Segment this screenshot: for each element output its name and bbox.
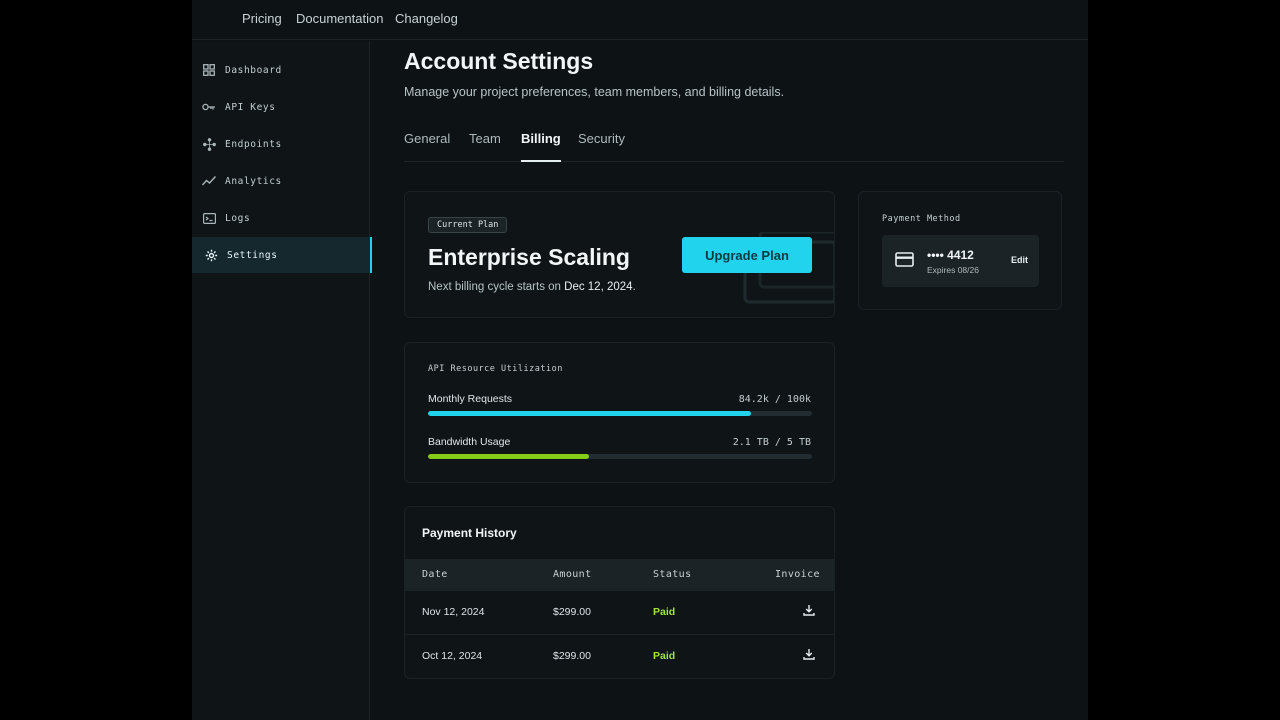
key-icon: [202, 100, 216, 114]
card-expiry: Expires 08/26: [927, 265, 979, 275]
requests-progress-bar: [428, 411, 812, 416]
page-subtitle: Manage your project preferences, team me…: [404, 85, 785, 99]
current-plan-badge: Current Plan: [428, 217, 508, 233]
column-header-status: Status: [653, 569, 692, 580]
download-icon[interactable]: [803, 648, 815, 660]
status-badge: Paid: [653, 650, 676, 662]
sidebar: Dashboard API Keys Endpoints Analytics L…: [192, 41, 372, 720]
sidebar-item-label: Settings: [227, 249, 278, 261]
grid-icon: [202, 63, 216, 77]
requests-progress-fill: [428, 411, 752, 416]
column-header-date: Date: [422, 569, 448, 580]
table-row: Nov 12, 2024 $299.00 Paid: [405, 591, 834, 635]
current-plan-card: Current Plan Enterprise Scaling Next bil…: [404, 191, 835, 318]
trend-icon: [202, 174, 216, 188]
usage-title: API Resource Utilization: [428, 364, 563, 374]
tab-security[interactable]: Security: [578, 131, 625, 162]
download-icon[interactable]: [803, 604, 815, 616]
credit-card-icon: [895, 252, 914, 267]
sidebar-item-analytics[interactable]: Analytics: [192, 163, 370, 199]
tab-general[interactable]: General: [404, 131, 450, 162]
card-number: •••• 4412: [927, 248, 974, 262]
nav-link-pricing[interactable]: Pricing: [242, 11, 282, 26]
resource-utilization-card: API Resource Utilization Monthly Request…: [404, 342, 835, 483]
payment-method-card: Payment Method •••• 4412 Expires 08/26 E…: [858, 191, 1062, 310]
page-title: Account Settings: [404, 48, 594, 74]
meter-value-requests: 84.2k / 100k: [738, 394, 811, 405]
endpoints-icon: [202, 137, 216, 151]
terminal-icon: [202, 211, 216, 225]
payment-history-title: Payment History: [422, 526, 517, 540]
column-header-amount: Amount: [553, 569, 592, 580]
top-nav: Pricing Documentation Changelog: [192, 0, 1088, 40]
meter-label-requests: Monthly Requests: [428, 393, 513, 405]
payment-date: Oct 12, 2024: [422, 650, 483, 662]
payment-history-card: Payment History Date Amount Status Invoi…: [404, 506, 835, 679]
billing-cycle-text: Next billing cycle starts on Dec 12, 202…: [428, 281, 636, 293]
sidebar-item-logs[interactable]: Logs: [192, 200, 370, 236]
payment-amount: $299.00: [553, 606, 591, 618]
billing-cycle-prefix: Next billing cycle starts on: [428, 281, 565, 293]
gear-icon: [204, 248, 218, 262]
tab-billing[interactable]: Billing: [521, 131, 561, 162]
nav-link-documentation[interactable]: Documentation: [296, 11, 383, 26]
sidebar-item-settings[interactable]: Settings: [192, 237, 372, 273]
billing-cycle-suffix: .: [632, 281, 636, 293]
sidebar-item-label: Analytics: [225, 175, 282, 187]
settings-tabs: General Team Billing Security: [404, 128, 1064, 162]
table-header: Date Amount Status Invoice: [405, 559, 834, 591]
table-row: Oct 12, 2024 $299.00 Paid: [405, 635, 834, 678]
payment-date: Nov 12, 2024: [422, 606, 485, 618]
plan-name: Enterprise Scaling: [428, 244, 630, 270]
billing-cycle-date: Dec 12, 2024: [564, 281, 633, 293]
bandwidth-progress-bar: [428, 454, 812, 459]
edit-payment-button[interactable]: Edit: [1011, 255, 1028, 265]
sidebar-item-label: API Keys: [225, 101, 276, 113]
column-header-invoice: Invoice: [775, 569, 820, 580]
payment-method-title: Payment Method: [882, 214, 961, 224]
meter-value-bandwidth: 2.1 TB / 5 TB: [732, 437, 811, 448]
sidebar-item-endpoints[interactable]: Endpoints: [192, 126, 370, 162]
upgrade-plan-button[interactable]: Upgrade Plan: [682, 237, 812, 273]
saved-card: •••• 4412 Expires 08/26 Edit: [882, 235, 1039, 287]
meter-label-bandwidth: Bandwidth Usage: [428, 436, 511, 448]
sidebar-item-api-keys[interactable]: API Keys: [192, 89, 370, 125]
status-badge: Paid: [653, 606, 676, 618]
sidebar-item-label: Dashboard: [225, 64, 282, 76]
tab-team[interactable]: Team: [469, 131, 501, 162]
sidebar-item-dashboard[interactable]: Dashboard: [192, 52, 370, 88]
bandwidth-progress-fill: [428, 454, 590, 459]
payment-amount: $299.00: [553, 650, 591, 662]
sidebar-item-label: Endpoints: [225, 138, 282, 150]
sidebar-item-label: Logs: [225, 212, 251, 224]
nav-link-changelog[interactable]: Changelog: [395, 11, 458, 26]
